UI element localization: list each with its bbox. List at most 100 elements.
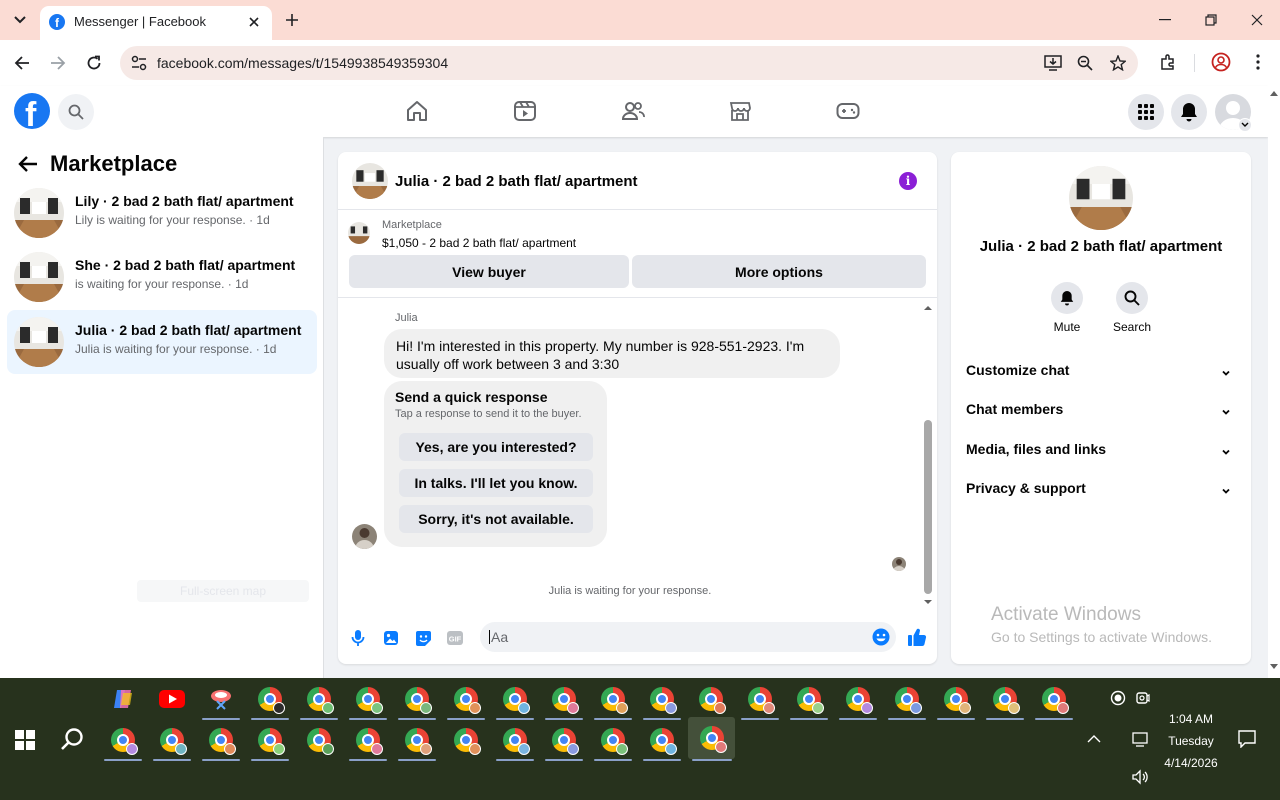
chrome-profile-icon[interactable] <box>692 680 730 720</box>
facebook-search-icon[interactable] <box>58 94 94 130</box>
message-input[interactable]: Aa <box>480 622 896 652</box>
chrome-profile-icon[interactable] <box>300 680 338 720</box>
full-screen-map-button[interactable]: Full-screen map <box>137 580 309 602</box>
chrome-profile-icon[interactable] <box>202 721 240 761</box>
scroll-down-arrow-icon[interactable] <box>923 594 933 604</box>
gaming-icon[interactable] <box>835 98 861 124</box>
search-action[interactable]: Search <box>1102 282 1162 334</box>
forward-icon[interactable] <box>46 51 70 75</box>
close-window-icon[interactable] <box>1242 8 1272 32</box>
facebook-logo-icon[interactable]: f <box>14 93 50 129</box>
chat-members-section[interactable]: Chat members <box>966 401 1236 425</box>
extensions-icon[interactable] <box>1158 52 1178 72</box>
tab-search-chevron-icon[interactable] <box>6 8 34 32</box>
show-hidden-icons-chevron-icon[interactable] <box>1085 730 1103 748</box>
site-info-icon[interactable] <box>130 54 148 72</box>
emoji-icon[interactable] <box>872 628 890 646</box>
video-icon[interactable] <box>512 98 538 124</box>
new-tab-icon[interactable] <box>282 10 302 30</box>
page-scroll-up-icon[interactable] <box>1270 90 1278 96</box>
back-icon[interactable] <box>10 51 34 75</box>
chrome-profile-icon[interactable] <box>496 680 534 720</box>
chrome-profile-icon[interactable] <box>104 721 142 761</box>
account-chevron-icon[interactable] <box>1238 118 1252 132</box>
youtube-icon[interactable] <box>153 680 191 718</box>
view-buyer-button[interactable]: View buyer <box>349 255 629 288</box>
address-bar[interactable]: facebook.com/messages/t/1549938549359304 <box>120 46 1138 80</box>
chrome-profile-icon[interactable] <box>937 680 975 720</box>
profile-icon[interactable] <box>1211 52 1231 72</box>
sender-avatar[interactable] <box>352 524 377 549</box>
chrome-profile-icon[interactable] <box>153 721 191 761</box>
thumbs-up-icon[interactable] <box>906 626 928 648</box>
camera-icon[interactable] <box>1134 689 1152 707</box>
chrome-profile-icon[interactable] <box>643 721 681 761</box>
chrome-profile-icon[interactable] <box>643 680 681 720</box>
conversation-item-she[interactable]: She · 2 bad 2 bath flat/ apartment is wa… <box>7 245 317 309</box>
quick-reply-in-talks-button[interactable]: In talks. I'll let you know. <box>399 469 593 497</box>
chrome-profile-icon[interactable] <box>594 721 632 761</box>
chrome-profile-icon[interactable] <box>496 721 534 761</box>
back-arrow-icon[interactable] <box>16 152 40 176</box>
chrome-profile-icon[interactable] <box>545 680 583 720</box>
notifications-bell-icon[interactable] <box>1171 94 1207 130</box>
chrome-profile-icon[interactable] <box>790 680 828 720</box>
details-listing-avatar[interactable] <box>1069 166 1133 230</box>
more-options-button[interactable]: More options <box>632 255 926 288</box>
customize-chat-section[interactable]: Customize chat <box>966 362 1236 386</box>
photo-icon[interactable] <box>381 628 401 648</box>
chat-scrollbar-thumb[interactable] <box>924 420 932 594</box>
chrome-profile-icon[interactable] <box>545 721 583 761</box>
notification-center-icon[interactable] <box>1238 730 1256 748</box>
gif-icon[interactable]: GIF <box>445 628 465 648</box>
chrome-profile-icon[interactable] <box>447 721 485 759</box>
home-icon[interactable] <box>404 98 430 124</box>
friends-icon[interactable] <box>620 98 646 124</box>
quick-reply-yes-button[interactable]: Yes, are you interested? <box>399 433 593 461</box>
page-scrollbar[interactable] <box>1268 86 1280 678</box>
page-scroll-down-icon[interactable] <box>1270 664 1278 670</box>
chrome-profile-icon[interactable] <box>839 680 877 720</box>
chrome-profile-icon[interactable] <box>594 680 632 720</box>
chrome-profile-icon[interactable] <box>447 680 485 720</box>
record-icon[interactable] <box>1109 689 1127 707</box>
restore-icon[interactable] <box>1196 8 1226 32</box>
chrome-profile-icon[interactable] <box>251 680 289 720</box>
conversation-item-lily[interactable]: Lily · 2 bad 2 bath flat/ apartment Lily… <box>7 181 317 245</box>
reload-icon[interactable] <box>82 51 106 75</box>
privacy-support-section[interactable]: Privacy & support <box>966 480 1236 504</box>
chrome-profile-icon[interactable] <box>741 680 779 720</box>
sticker-icon[interactable] <box>413 628 433 648</box>
chrome-profile-icon[interactable] <box>349 680 387 720</box>
taskbar-search-icon[interactable] <box>60 727 86 753</box>
scroll-up-arrow-icon[interactable] <box>923 300 933 310</box>
chrome-profile-icon[interactable] <box>349 721 387 761</box>
chrome-profile-icon-active[interactable] <box>688 717 735 761</box>
menu-grid-icon[interactable] <box>1128 94 1164 130</box>
network-icon[interactable] <box>1132 730 1150 748</box>
browser-tab[interactable]: f Messenger | Facebook <box>40 6 272 40</box>
conversation-item-julia[interactable]: Julia · 2 bad 2 bath flat/ apartment Jul… <box>7 310 317 374</box>
volume-icon[interactable] <box>1132 768 1150 786</box>
snipping-tool-icon[interactable] <box>202 680 240 720</box>
microphone-icon[interactable] <box>348 628 368 648</box>
media-files-links-section[interactable]: Media, files and links <box>966 441 1236 465</box>
minimize-icon[interactable] <box>1150 8 1180 32</box>
quick-reply-not-available-button[interactable]: Sorry, it's not available. <box>399 505 593 533</box>
chat-title[interactable]: Julia · 2 bad 2 bath flat/ apartment <box>395 173 638 190</box>
chrome-profile-icon[interactable] <box>398 721 436 761</box>
chrome-profile-icon[interactable] <box>888 680 926 720</box>
listing-price-title[interactable]: $1,050 - 2 bad 2 bath flat/ apartment <box>382 236 576 250</box>
taskbar-clock[interactable]: 1:04 AM Tuesday 4/14/2026 <box>1150 708 1232 774</box>
chrome-profile-icon[interactable] <box>300 721 338 759</box>
chrome-profile-icon[interactable] <box>1035 680 1073 720</box>
marketplace-icon[interactable] <box>727 98 753 124</box>
install-app-icon[interactable] <box>1043 53 1063 73</box>
chrome-profile-icon[interactable] <box>251 721 289 761</box>
windows-start-icon[interactable] <box>14 729 36 751</box>
mute-bell-icon[interactable] <box>1051 282 1083 314</box>
message-list[interactable]: Julia Hi! I'm interested in this propert… <box>338 298 937 606</box>
mute-action[interactable]: Mute <box>1037 282 1097 334</box>
chat-listing-avatar[interactable] <box>352 163 388 199</box>
close-tab-icon[interactable] <box>244 12 264 32</box>
